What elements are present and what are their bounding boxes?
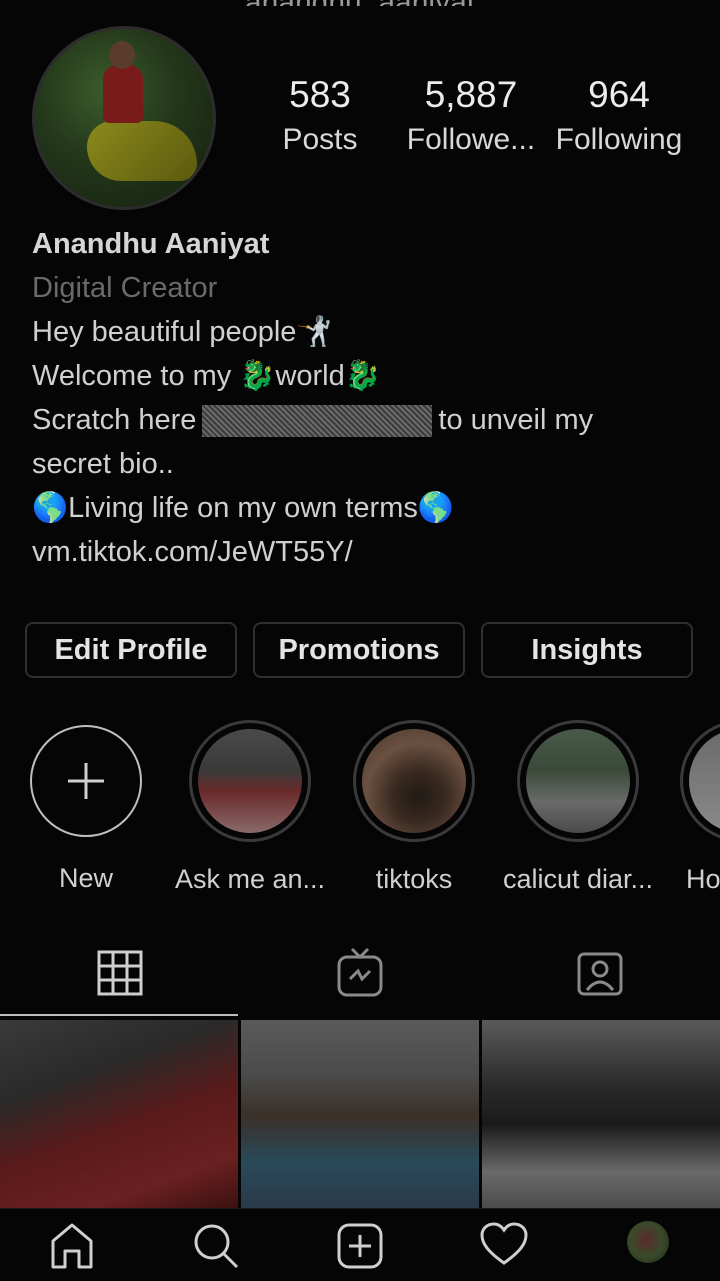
bio-line-3-start: Scratch here xyxy=(32,404,197,436)
highlight-label-ask-me: Ask me an... xyxy=(174,864,326,894)
stat-following[interactable]: 964 Following xyxy=(544,72,694,162)
username-title: anandhu_aaniyat xyxy=(0,0,720,6)
avatar-bike-shape xyxy=(87,121,197,181)
tab-igtv[interactable] xyxy=(240,930,480,1016)
profile-avatar[interactable] xyxy=(32,26,216,210)
highlight-label-tiktoks: tiktoks xyxy=(375,864,453,894)
plus-icon xyxy=(68,763,104,799)
insights-button[interactable]: Insights xyxy=(481,622,693,678)
stat-followers-count: 5,887 xyxy=(424,74,518,115)
highlight-thumbnail xyxy=(689,729,720,833)
bio-line-3: Scratch here to unveil my xyxy=(32,398,682,442)
nav-add-post[interactable] xyxy=(330,1221,390,1281)
highlight-tiktoks[interactable]: tiktoks xyxy=(334,720,494,895)
bio-line-1: Hey beautiful people🤺 xyxy=(32,316,333,348)
stat-posts[interactable]: 583 Posts xyxy=(245,72,395,162)
avatar-head-shape xyxy=(109,41,135,69)
highlight-ring xyxy=(680,720,720,842)
nav-profile[interactable] xyxy=(618,1221,678,1281)
nav-activity[interactable] xyxy=(474,1221,534,1281)
home-icon xyxy=(51,1223,93,1269)
profile-name: Anandhu Aaniyat xyxy=(32,228,270,260)
bio-line-3-end: to unveil my xyxy=(438,404,594,436)
nav-search[interactable] xyxy=(186,1221,246,1281)
posts-grid xyxy=(0,1020,720,1210)
avatar-person-shape xyxy=(103,65,143,123)
tab-tagged[interactable] xyxy=(480,930,720,1016)
new-highlight-ring xyxy=(30,725,142,837)
bottom-navigation xyxy=(0,1208,720,1281)
profile-stats: 583 Posts 5,887 Followe... 964 Following xyxy=(270,72,700,172)
tab-grid[interactable] xyxy=(0,930,240,1016)
bio-line-5: 🌎Living life on my own terms🌎 xyxy=(32,492,454,524)
tagged-icon xyxy=(577,952,623,996)
scratch-area[interactable] xyxy=(202,405,433,438)
profile-bio: Anandhu Aaniyat Digital Creator Hey beau… xyxy=(32,222,682,574)
profile-category: Digital Creator xyxy=(32,272,218,304)
nav-home[interactable] xyxy=(42,1221,102,1281)
stat-posts-label: Posts xyxy=(282,123,358,156)
highlight-ring xyxy=(517,720,639,842)
highlight-calicut-diaries[interactable]: calicut diar... xyxy=(498,720,658,895)
highlight-ring xyxy=(353,720,475,842)
add-post-icon xyxy=(337,1223,383,1269)
stat-posts-count: 583 xyxy=(289,74,351,115)
igtv-icon xyxy=(337,947,383,997)
post-thumbnail[interactable] xyxy=(482,1020,720,1210)
highlight-partial[interactable]: Ho xyxy=(662,720,720,895)
highlight-new[interactable]: New xyxy=(6,720,166,894)
highlight-ask-me[interactable]: Ask me an... xyxy=(170,720,330,895)
stat-following-count: 964 xyxy=(588,74,650,115)
highlight-thumbnail xyxy=(526,729,630,833)
highlight-ring xyxy=(189,720,311,842)
stat-following-label: Following xyxy=(555,123,683,156)
post-thumbnail[interactable] xyxy=(241,1020,479,1210)
highlight-label-calicut-diaries: calicut diar... xyxy=(502,864,654,894)
stat-followers-label: Followe... xyxy=(406,123,536,156)
promotions-button[interactable]: Promotions xyxy=(253,622,465,678)
highlight-thumbnail xyxy=(362,729,466,833)
profile-link[interactable]: vm.tiktok.com/JeWT55Y/ xyxy=(32,530,682,574)
highlight-label-partial: Ho xyxy=(686,864,720,894)
bio-line-2: Welcome to my 🐉world🐉 xyxy=(32,360,381,392)
highlight-thumbnail xyxy=(198,729,302,833)
stat-followers[interactable]: 5,887 Followe... xyxy=(396,72,546,162)
activity-heart-icon xyxy=(480,1222,528,1265)
profile-avatar-small xyxy=(627,1221,669,1263)
highlight-label-new: New xyxy=(58,863,113,893)
profile-tabs xyxy=(0,930,720,1018)
grid-icon xyxy=(97,950,143,996)
post-thumbnail[interactable] xyxy=(0,1020,238,1210)
search-icon xyxy=(194,1224,239,1269)
edit-profile-button[interactable]: Edit Profile xyxy=(25,622,237,678)
active-tab-indicator xyxy=(0,1014,238,1016)
bio-line-4: secret bio.. xyxy=(32,448,174,480)
